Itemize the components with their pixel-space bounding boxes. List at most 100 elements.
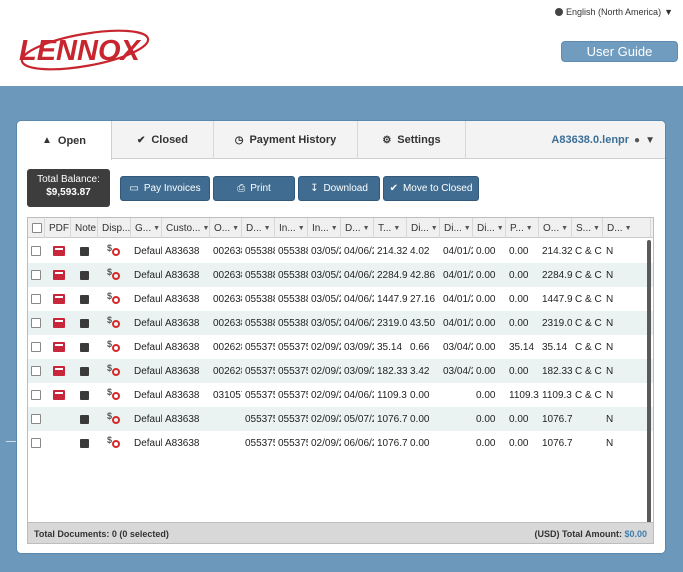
select-all-checkbox[interactable] [32,223,42,233]
sort-caret-icon: ▼ [624,224,632,232]
pdf-icon[interactable] [53,318,65,328]
column-header[interactable]: In... ▼ [308,218,341,238]
note-icon[interactable] [80,390,89,400]
sort-caret-icon: ▼ [263,224,271,232]
column-header-label: Di... [477,222,495,234]
row-checkbox[interactable] [31,438,41,448]
pdf-icon[interactable] [53,390,65,400]
row-select-cell [28,359,45,383]
table-row[interactable]: $DefaultA8363805537505537502/09/206/06/2… [28,431,653,455]
grid-header: PDF Note Disp... G... ▼ Custo... ▼ O... ▼ D... ▼ In… [28,218,653,238]
language-label: English (North America) [566,7,662,17]
column-header[interactable]: D... ▼ [341,218,374,238]
tab-payment-history[interactable]: ◷ Payment History [214,121,358,159]
column-header[interactable] [28,218,45,238]
row-checkbox[interactable] [31,366,41,376]
dispute-icon[interactable]: $ [107,315,121,329]
cell-c17: C & C / [575,341,603,353]
dispute-cell: $ [98,311,131,335]
column-header[interactable]: PDF [45,218,71,238]
table-row[interactable]: $DefaultA8363803105705537505537502/09/20… [28,383,653,407]
table-row[interactable]: $DefaultA8363800263805538805538803/05/20… [28,287,653,311]
cell-c13: 03/04/2 [443,341,473,353]
column-header[interactable]: G... ▼ [131,218,162,238]
row-checkbox[interactable] [31,294,41,304]
cell-c15: 0.00 [509,365,529,377]
note-icon[interactable] [80,270,89,280]
dispute-icon[interactable]: $ [107,267,121,281]
vertical-scrollbar[interactable] [647,240,651,540]
print-button[interactable]: ⎙ Print [213,176,295,201]
dispute-icon[interactable]: $ [107,363,121,377]
move-to-closed-button[interactable]: ✔ Move to Closed [383,176,479,201]
column-header[interactable]: Di... ▼ [473,218,506,238]
row-checkbox[interactable] [31,414,41,424]
column-header[interactable]: T... ▼ [374,218,407,238]
note-icon[interactable] [80,294,89,304]
row-checkbox[interactable] [31,342,41,352]
pdf-icon[interactable] [53,270,65,280]
column-header[interactable]: P... ▼ [506,218,539,238]
pdf-icon[interactable] [53,342,65,352]
row-select-cell [28,263,45,287]
logo-text: LENNOX [19,35,142,67]
row-checkbox[interactable] [31,270,41,280]
row-checkbox[interactable] [31,390,41,400]
pay-invoices-button[interactable]: ▭ Pay Invoices [120,176,210,201]
table-row[interactable]: $DefaultA8363800263805538805538803/05/20… [28,311,653,335]
tab-settings[interactable]: ⚙ Settings [358,121,466,159]
note-icon[interactable] [80,414,89,424]
download-button[interactable]: ↧ Download [298,176,380,201]
dispute-icon[interactable]: $ [107,387,121,401]
column-header[interactable]: Di... ▼ [407,218,440,238]
column-header[interactable]: Di... ▼ [440,218,473,238]
dispute-icon[interactable]: $ [107,411,121,425]
column-header[interactable]: In... ▼ [275,218,308,238]
note-icon[interactable] [80,366,89,376]
sort-caret-icon: ▼ [232,224,240,232]
column-header-label: Note [75,222,97,234]
pdf-cell [45,287,71,311]
column-header[interactable]: Disp... [98,218,131,238]
user-guide-button[interactable]: User Guide [561,41,678,62]
pdf-icon[interactable] [53,246,65,256]
sort-caret-icon: ▼ [393,224,401,232]
pdf-icon[interactable] [53,294,65,304]
table-row[interactable]: $DefaultA8363800262805537505537502/09/20… [28,335,653,359]
cell-c17: C & C / [575,365,603,377]
note-cell [71,431,98,455]
dispute-icon[interactable]: $ [107,243,121,257]
account-menu[interactable]: A83638.0.lenpr ● ▼ [551,121,655,159]
pdf-icon[interactable] [53,366,65,376]
table-row[interactable]: $DefaultA8363800263805538805538803/05/20… [28,263,653,287]
table-row[interactable]: $DefaultA8363800263805538805538803/05/20… [28,239,653,263]
row-checkbox[interactable] [31,318,41,328]
note-icon[interactable] [80,438,89,448]
column-header[interactable]: D... ▼ [603,218,651,238]
table-row[interactable]: $DefaultA8363800262805537505537502/09/20… [28,359,653,383]
sort-caret-icon: ▼ [153,224,161,232]
row-checkbox[interactable] [31,246,41,256]
cell-c12: 43.50 [410,317,436,329]
dispute-icon[interactable]: $ [107,291,121,305]
cell-c9: 02/09/2 [311,413,341,425]
cell-c10: 06/06/2 [344,437,374,449]
language-selector[interactable]: English (North America) ▼ [555,7,673,17]
column-header[interactable]: Custo... ▼ [162,218,210,238]
dispute-icon[interactable]: $ [107,435,121,449]
column-header[interactable]: O... ▼ [210,218,242,238]
table-row[interactable]: $DefaultA8363805537505537502/09/205/07/2… [28,407,653,431]
tab-open[interactable]: ▲ Open [17,121,112,160]
column-header[interactable]: O... ▼ [539,218,572,238]
note-icon[interactable] [80,246,89,256]
column-header[interactable]: S... ▼ [572,218,603,238]
tab-closed[interactable]: ✔ Closed [112,121,214,159]
note-icon[interactable] [80,342,89,352]
column-header[interactable]: D... ▼ [242,218,275,238]
dispute-icon[interactable]: $ [107,339,121,353]
column-header[interactable]: Note [71,218,98,238]
dispute-cell: $ [98,287,131,311]
row-select-cell [28,239,45,263]
cell-c13 [440,383,473,407]
note-icon[interactable] [80,318,89,328]
